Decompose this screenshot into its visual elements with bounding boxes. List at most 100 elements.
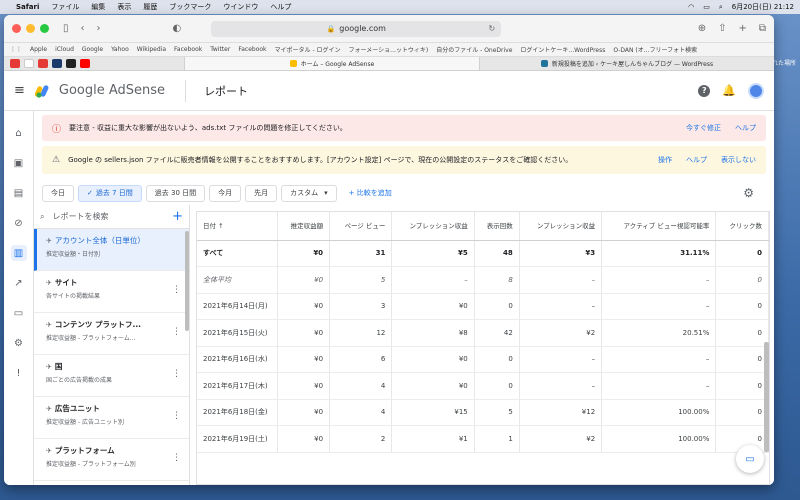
menu-icon[interactable]: ≡ (14, 83, 25, 98)
home-icon[interactable]: ⌂ (11, 125, 27, 141)
menu-file[interactable]: ファイル (51, 2, 79, 12)
search-icon[interactable]: ⌕ (719, 3, 723, 12)
pinned-tab-icon[interactable] (38, 59, 48, 68)
column-header[interactable]: クリック数 (715, 212, 769, 241)
help-icon[interactable]: ? (698, 84, 711, 97)
address-bar[interactable]: 🔒 google.com ↻ (211, 20, 502, 37)
sidebar-toggle-icon[interactable]: ▯ (63, 23, 69, 34)
report-item[interactable]: ✈ 広告ユニット 推定収益額 - 広告ユニット別 ⋮ (34, 397, 189, 439)
favorite-link[interactable]: フォーメーショ...ットウィキ) (349, 45, 429, 54)
pin-icon[interactable]: ✈ (46, 321, 52, 329)
range-today-chip[interactable]: 今日 (42, 184, 74, 202)
settings-gear-icon[interactable]: ⚙ (743, 186, 754, 200)
range-30days-chip[interactable]: 過去 30 日間 (145, 184, 206, 202)
new-tab-icon[interactable]: + (738, 23, 746, 34)
tab-wordpress[interactable]: 新規投稿を追加 ‹ ケーキ屋しんちゃんブログ — WordPress (479, 57, 774, 70)
range-last-month-chip[interactable]: 先月 (245, 184, 278, 202)
favorite-link[interactable]: Twitter (210, 46, 230, 53)
share-icon[interactable]: ⇧ (718, 23, 726, 34)
more-options-icon[interactable]: ⋮ (172, 453, 181, 463)
favorite-link[interactable]: iCloud (55, 46, 74, 53)
report-item[interactable]: ✈ コンテンツ プラットフ... 推定収益額 - プラットフォーム... ⋮ (34, 313, 189, 355)
blocking-controls-icon[interactable]: ⊘ (11, 215, 27, 231)
search-input[interactable]: レポートを検索 (52, 211, 108, 222)
tab-adsense[interactable]: ホーム – Google AdSense (184, 57, 479, 70)
fix-now-link[interactable]: 今すぐ修正 (686, 123, 721, 133)
report-item[interactable]: ✈ プラットフォーム 推定収益額 - プラットフォーム別 ⋮ (34, 439, 189, 481)
report-search[interactable]: ⌕ レポートを検索 + (34, 205, 189, 229)
range-custom-dropdown[interactable]: カスタム ▾ (281, 184, 337, 202)
favorite-link[interactable]: Yahoo (111, 46, 129, 53)
column-header[interactable]: ンプレッション収益 (391, 212, 475, 241)
favorite-link[interactable]: マイポータル - ログイン (275, 45, 341, 54)
favorite-link[interactable]: 自分のファイル - OneDrive (436, 45, 512, 54)
column-header-date[interactable]: 日付 ↑ (197, 212, 278, 241)
more-options-icon[interactable]: ⋮ (172, 285, 181, 295)
pinned-tab-icon[interactable] (52, 59, 62, 68)
wifi-icon[interactable]: ◠ (688, 3, 694, 11)
favorite-link[interactable]: Facebook (238, 46, 266, 53)
menu-view[interactable]: 表示 (117, 2, 131, 12)
chat-feedback-icon[interactable]: ▭ (736, 445, 764, 473)
pin-icon[interactable]: ✈ (46, 237, 52, 245)
menu-safari[interactable]: Safari (16, 3, 39, 11)
report-item[interactable]: ✈ アカウント全体（日単位） 推定収益額・日付別 (34, 229, 189, 271)
battery-icon[interactable]: ▭ (703, 3, 710, 11)
column-header[interactable]: 推定収益額 (277, 212, 331, 241)
more-options-icon[interactable]: ⋮ (172, 369, 181, 379)
download-icon[interactable]: ⊕ (698, 23, 706, 34)
column-header[interactable]: ページ ビュー (329, 212, 393, 241)
menu-bookmarks[interactable]: ブックマーク (169, 2, 211, 12)
more-options-icon[interactable]: ⋮ (172, 411, 181, 421)
report-item[interactable]: ✈ サイト 各サイトの掲載結果 ⋮ (34, 271, 189, 313)
column-header[interactable]: ンプレッション収益 (519, 212, 603, 241)
feedback-icon[interactable]: ! (11, 365, 27, 381)
range-7days-chip[interactable]: ✓ 過去 7 日間 (78, 184, 142, 202)
sites-icon[interactable]: ▤ (11, 185, 27, 201)
favorite-link[interactable]: Google (82, 46, 103, 53)
add-comparison-button[interactable]: + 比較を追加 (349, 188, 392, 198)
pin-icon[interactable]: ✈ (46, 447, 52, 455)
ads-icon[interactable]: ▣ (11, 155, 27, 171)
forward-icon[interactable]: › (97, 23, 101, 34)
back-icon[interactable]: ‹ (81, 23, 85, 34)
column-header[interactable]: 表示回数 (474, 212, 520, 241)
favorite-link[interactable]: Wikipedia (137, 46, 166, 53)
pinned-tab-icon[interactable] (10, 59, 20, 68)
favorite-link[interactable]: O-DAN (オ...フリーフォト検索 (613, 45, 697, 54)
table-scrollbar[interactable] (764, 342, 769, 452)
report-item[interactable]: ✈ 国 国ごとの広告掲載の成果 ⋮ (34, 355, 189, 397)
dismiss-link[interactable]: 表示しない (721, 155, 756, 165)
menu-window[interactable]: ウインドウ (223, 2, 258, 12)
close-window-button[interactable] (12, 24, 21, 33)
more-options-icon[interactable]: ⋮ (172, 327, 181, 337)
pin-icon[interactable]: ✈ (46, 363, 52, 371)
tab-overview-icon[interactable]: ⧉ (759, 23, 766, 34)
optimization-icon[interactable]: ↗ (11, 275, 27, 291)
favorites-grid-icon[interactable]: ⋮⋮ (10, 46, 22, 53)
pinned-tab-icon[interactable] (24, 59, 34, 68)
favorite-link[interactable]: Facebook (174, 46, 202, 53)
favorite-link[interactable]: Apple (30, 46, 47, 53)
menu-history[interactable]: 履歴 (143, 2, 157, 12)
minimize-window-button[interactable] (26, 24, 35, 33)
pin-icon[interactable]: ✈ (46, 279, 52, 287)
zoom-window-button[interactable] (40, 24, 49, 33)
action-link[interactable]: 操作 (658, 155, 672, 165)
notifications-icon[interactable]: 🔔 (722, 84, 736, 97)
privacy-shield-icon[interactable]: ◐ (173, 23, 182, 34)
datetime[interactable]: 6月20日(日) 21:12 (732, 2, 794, 12)
help-link[interactable]: ヘルプ (735, 123, 756, 133)
pin-icon[interactable]: ✈ (46, 405, 52, 413)
reports-icon[interactable]: ▥ (10, 245, 27, 261)
menu-help[interactable]: ヘルプ (270, 2, 291, 12)
pinned-tab-icon[interactable] (66, 59, 76, 68)
account-icon[interactable]: ⚙ (11, 335, 27, 351)
menu-edit[interactable]: 編集 (91, 2, 105, 12)
report-list-scrollbar[interactable] (185, 231, 189, 331)
column-header[interactable]: アクティブ ビュー視認可能率 (601, 212, 717, 241)
favorite-link[interactable]: ログイントケーキ...WordPress (520, 45, 605, 54)
range-this-month-chip[interactable]: 今月 (209, 184, 242, 202)
reload-icon[interactable]: ↻ (489, 24, 496, 33)
help-link[interactable]: ヘルプ (686, 155, 707, 165)
